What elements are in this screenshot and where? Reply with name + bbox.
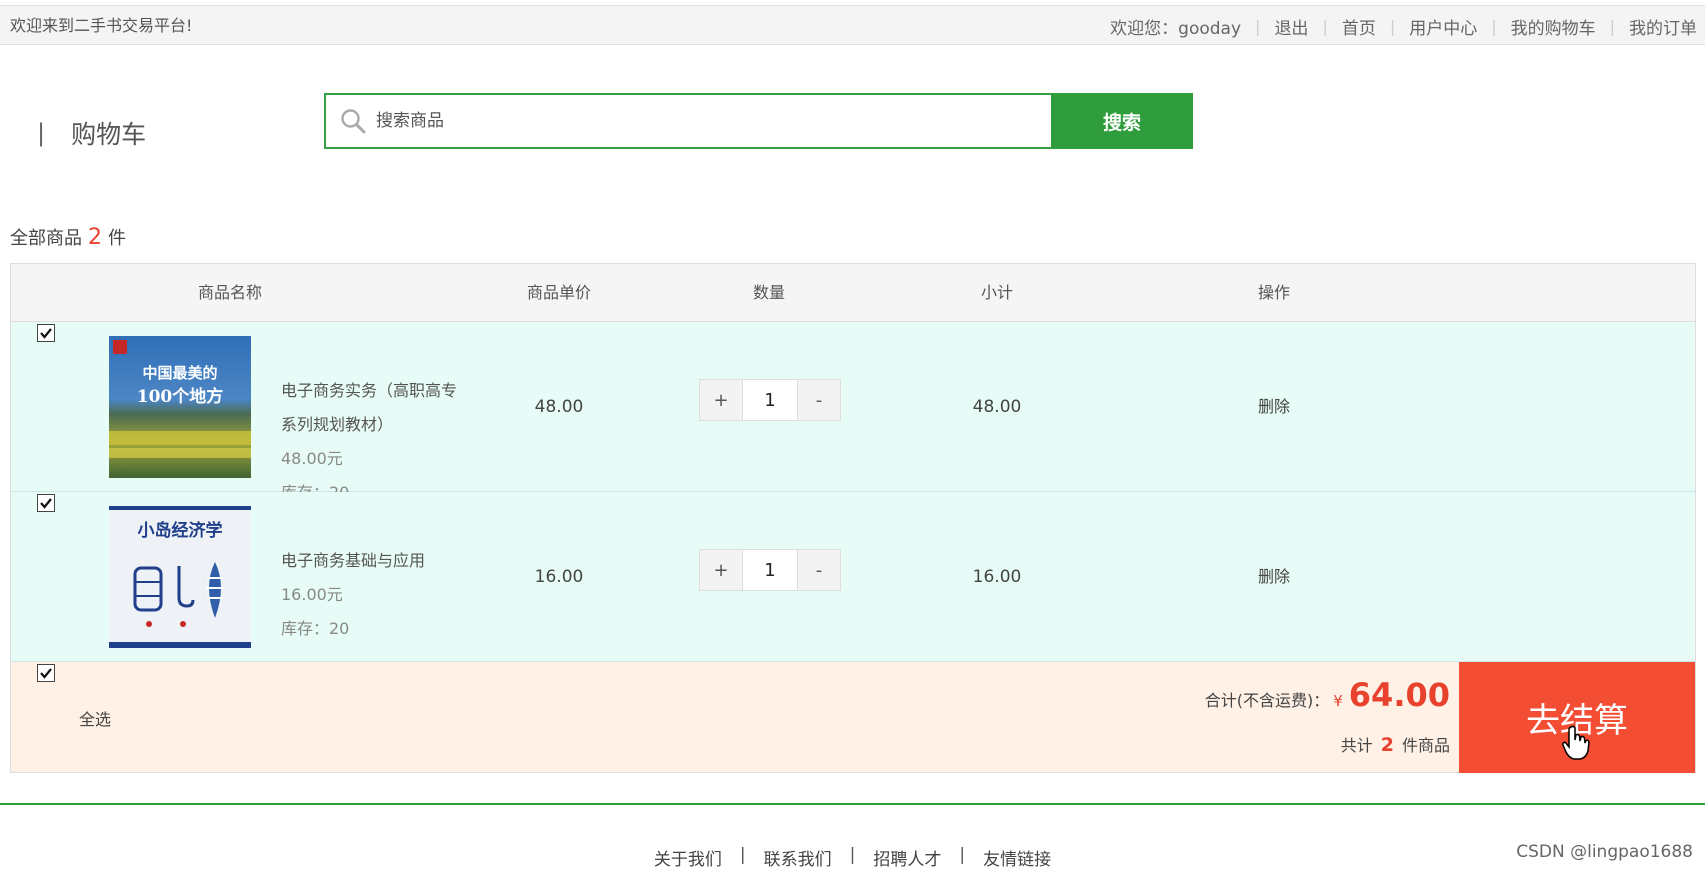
column-header-unit-price: 商品单价	[526, 283, 592, 302]
total-amount: 64.00	[1348, 676, 1450, 714]
user-center-link[interactable]: 用户中心	[1409, 14, 1477, 39]
logout-link[interactable]: 退出	[1274, 14, 1308, 39]
table-header: 商品名称 商品单价 数量 小计 操作	[10, 263, 1696, 322]
checkmark-icon	[40, 328, 52, 339]
nav-separator: |	[1609, 16, 1615, 36]
product-info: 电子商务基础与应用 16.00元 库存：20	[281, 544, 461, 646]
nav-separator: |	[1389, 16, 1396, 36]
title-bar: |	[37, 119, 46, 147]
footer-link-friends[interactable]: 友情链接	[983, 845, 1051, 870]
cover-title: 中国最美的	[142, 364, 217, 382]
row-checkbox[interactable]	[37, 324, 55, 342]
home-link[interactable]: 首页	[1342, 14, 1376, 39]
book-cover-image: 中国最美的 100个地方	[109, 336, 251, 478]
footer-link-jobs[interactable]: 招聘人才	[873, 845, 941, 870]
footer-separator: |	[959, 845, 966, 865]
row-subtotal: 48.00	[972, 397, 1022, 417]
nav-separator: |	[1255, 16, 1261, 36]
footer-link-contact[interactable]: 联系我们	[764, 845, 832, 870]
checkmark-icon	[40, 498, 52, 509]
page-title: | 购物车	[37, 115, 146, 151]
product-price-text: 48.00元	[281, 449, 343, 468]
total-label: 合计(不含运费)：	[1204, 691, 1330, 710]
book-cover[interactable]: 中国最美的 100个地方	[109, 336, 251, 478]
column-header-action: 操作	[1257, 283, 1291, 302]
quantity-input[interactable]: 1	[742, 380, 798, 420]
count-prefix: 共计	[1340, 736, 1373, 755]
product-info: 电子商务实务（高职高专系列规划教材） 48.00元 库存：20	[281, 374, 461, 510]
row-checkbox[interactable]	[37, 494, 55, 512]
search-button[interactable]: 搜索	[1051, 93, 1193, 149]
cart-summary: 全部商品 2 件	[10, 224, 126, 250]
delete-link[interactable]: 删除	[1258, 492, 1290, 662]
nav-separator: |	[1322, 16, 1328, 36]
table-row: 小岛经济学 电子商务基础与应用 16.00元 库存：20 16.00 + 1 -	[10, 492, 1696, 662]
item-count: 共计 2 件商品	[1341, 732, 1450, 756]
cart-table: 商品名称 商品单价 数量 小计 操作 中国最美的 100个地方 电子商务实务（高…	[10, 263, 1696, 773]
watermark: CSDN @lingpao1688	[1516, 842, 1693, 862]
product-name[interactable]: 电子商务基础与应用	[281, 544, 461, 578]
select-all-label[interactable]: 全选	[79, 706, 111, 730]
my-orders-link[interactable]: 我的订单	[1629, 14, 1697, 39]
decrease-button[interactable]: -	[798, 380, 840, 420]
select-all-checkbox[interactable]	[37, 664, 55, 682]
welcome-text: 欢迎来到二手书交易平台!	[10, 16, 193, 35]
hand-cursor-icon	[1562, 725, 1590, 760]
column-header-subtotal: 小计	[980, 283, 1014, 302]
count-number: 2	[1380, 734, 1394, 756]
cover-subtitle: 100个地方	[137, 386, 224, 407]
top-nav: 欢迎您：gooday | 退出 | 首页 | 用户中心 | 我的购物车 | 我的…	[1110, 6, 1697, 46]
my-cart-link[interactable]: 我的购物车	[1511, 14, 1596, 39]
footer-links: 关于我们 | 联系我们 | 招聘人才 | 友情链接	[0, 845, 1705, 870]
book-cover-image: 小岛经济学	[109, 506, 251, 648]
delete-link[interactable]: 删除	[1258, 322, 1290, 492]
currency-symbol: ¥	[1333, 692, 1343, 710]
unit-price: 48.00	[534, 397, 584, 417]
quantity-stepper: + 1 -	[699, 379, 841, 421]
column-header-quantity: 数量	[752, 283, 786, 302]
increase-button[interactable]: +	[700, 380, 742, 420]
table-row: 中国最美的 100个地方 电子商务实务（高职高专系列规划教材） 48.00元 库…	[10, 322, 1696, 502]
cover-title: 小岛经济学	[138, 520, 223, 541]
column-header-name: 商品名称	[197, 283, 263, 302]
footer-separator: |	[739, 845, 746, 865]
search-icon	[341, 109, 366, 134]
user-greeting: 欢迎您：gooday	[1110, 18, 1242, 39]
checkmark-icon	[40, 668, 52, 679]
product-name[interactable]: 电子商务实务（高职高专系列规划教材）	[281, 374, 461, 442]
nav-separator: |	[1491, 16, 1497, 36]
footer-link-about[interactable]: 关于我们	[654, 845, 722, 870]
product-stock-text: 库存：20	[281, 619, 350, 638]
top-bar: 欢迎来到二手书交易平台! 欢迎您：gooday | 退出 | 首页 | 用户中心…	[0, 5, 1705, 45]
unit-price: 16.00	[534, 567, 584, 587]
quantity-stepper: + 1 -	[699, 549, 841, 591]
summary-count: 2	[88, 225, 102, 250]
decrease-button[interactable]: -	[798, 550, 840, 590]
summary-suffix: 件	[108, 228, 126, 249]
row-subtotal: 16.00	[972, 567, 1022, 587]
book-cover[interactable]: 小岛经济学	[109, 506, 251, 648]
count-suffix: 件商品	[1401, 736, 1450, 755]
search-input[interactable]	[376, 111, 976, 131]
page-title-text: 购物车	[71, 120, 147, 149]
quantity-input[interactable]: 1	[742, 550, 798, 590]
search-box	[324, 93, 1052, 149]
footer-divider	[0, 803, 1705, 805]
summary-prefix: 全部商品	[10, 228, 82, 249]
product-price-text: 16.00元	[281, 585, 343, 604]
footer-separator: |	[849, 845, 856, 865]
total-price: 合计(不含运费)： ¥ 64.00	[1205, 676, 1450, 714]
increase-button[interactable]: +	[700, 550, 742, 590]
cart-footer: 全选 合计(不含运费)： ¥ 64.00 共计 2 件商品 去结算	[10, 662, 1696, 773]
